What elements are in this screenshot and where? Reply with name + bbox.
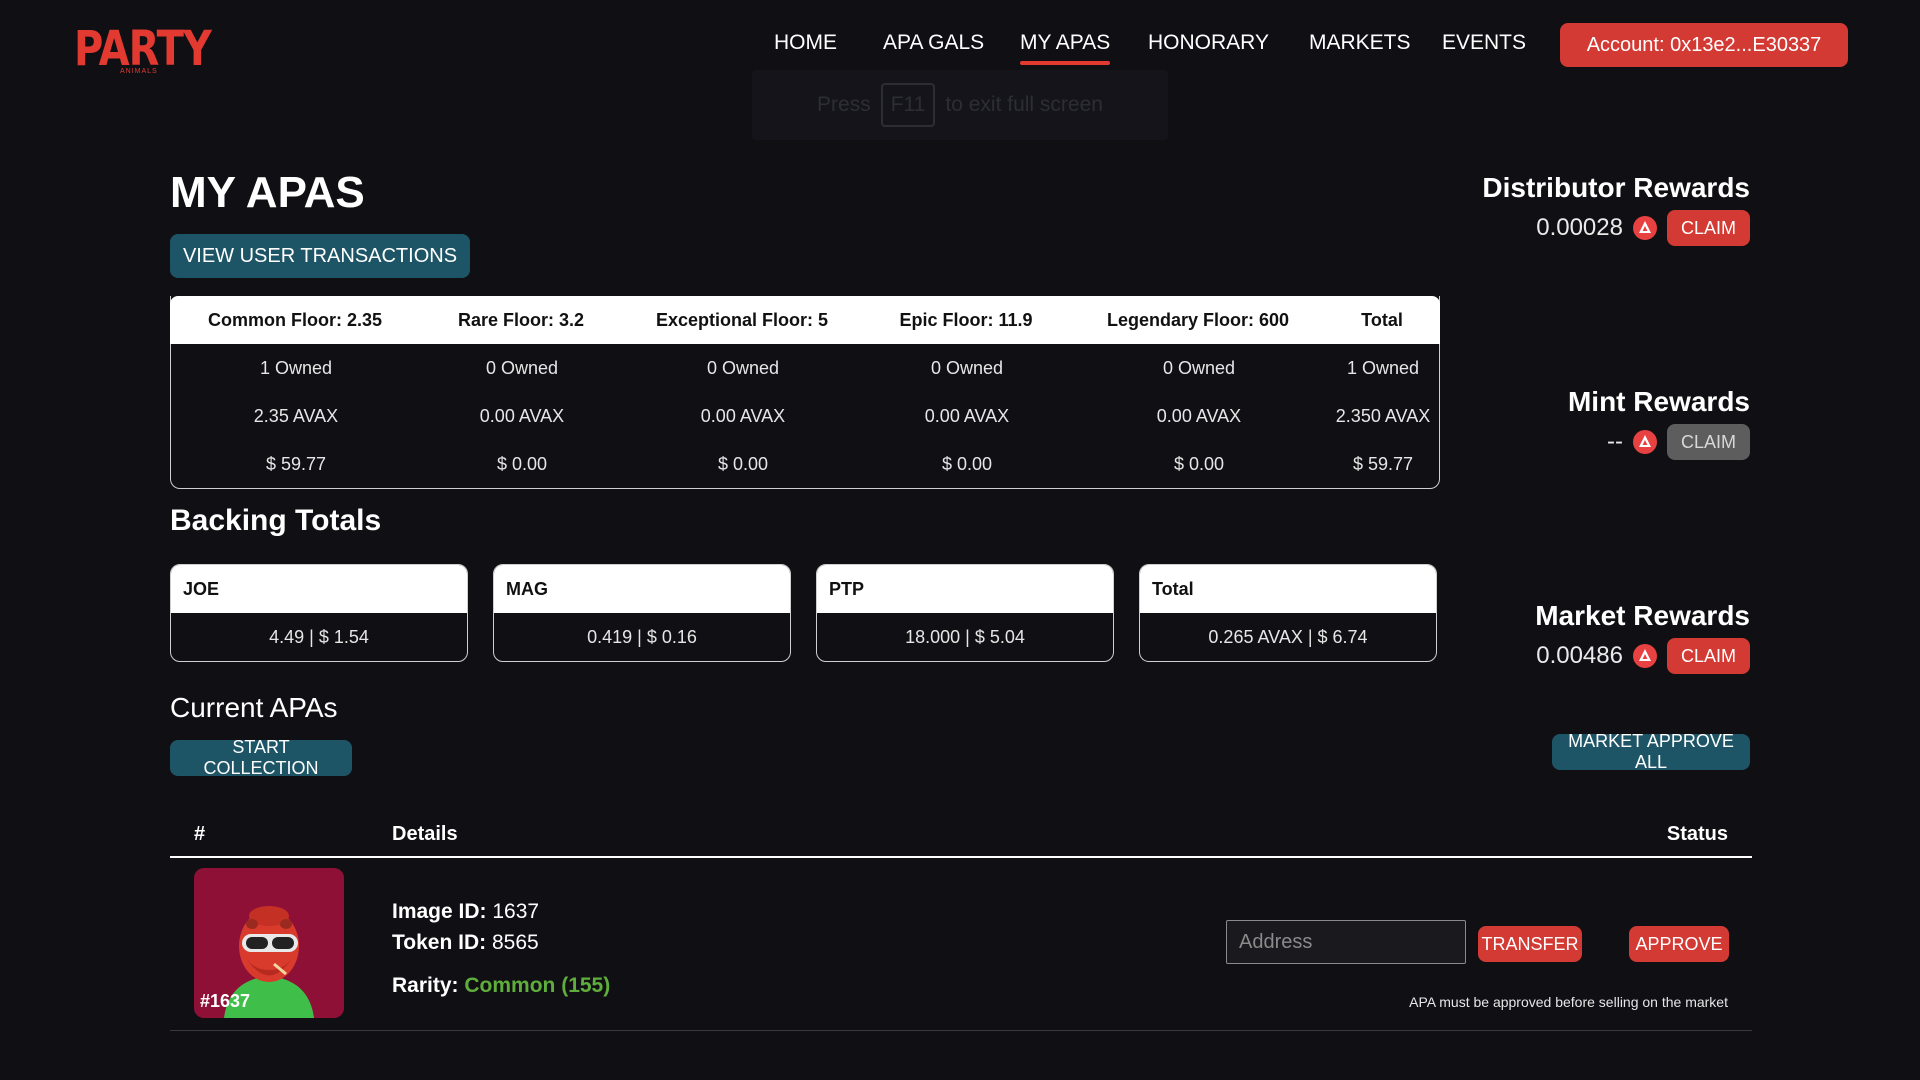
distributor-claim-button[interactable]: CLAIM xyxy=(1666,210,1750,246)
approve-note: APA must be approved before selling on t… xyxy=(1409,994,1728,1010)
nav-events[interactable]: EVENTS xyxy=(1442,31,1526,55)
rarity-line: Rarity: Common (155) xyxy=(392,974,610,998)
backing-card-name: Total xyxy=(1140,565,1436,613)
logo-subtext: ANIMALS xyxy=(120,68,158,75)
start-collection-button[interactable]: START COLLECTION xyxy=(170,737,352,778)
backing-card-ptp: PTP 18.000 | $ 5.04 xyxy=(816,564,1114,662)
floor-cell: $ 59.77 xyxy=(1352,454,1414,474)
mint-claim-button[interactable]: CLAIM xyxy=(1666,424,1750,460)
floor-table: Common Floor: 2.35 Rare Floor: 3.2 Excep… xyxy=(170,296,1440,489)
floor-cell: 1 Owned xyxy=(259,358,333,378)
view-user-transactions-button[interactable]: VIEW USER TRANSACTIONS xyxy=(170,234,470,278)
floor-header-common: Common Floor: 2.35 xyxy=(207,310,383,330)
backing-card-value: 18.000 | $ 5.04 xyxy=(905,627,1025,647)
market-claim-button[interactable]: CLAIM xyxy=(1666,638,1750,674)
account-button[interactable]: Account: 0x13e2...E30337 xyxy=(1560,23,1848,67)
distributor-rewards-value: 0.00028 xyxy=(1536,214,1623,241)
fullscreen-notice: Press F11 to exit full screen xyxy=(752,70,1168,140)
market-rewards-value: 0.00486 xyxy=(1536,642,1623,669)
market-rewards-row: 0.00486 CLAIM xyxy=(1536,638,1750,674)
col-details: Details xyxy=(392,823,458,845)
mint-rewards-title: Mint Rewards xyxy=(1567,386,1750,417)
nav-apa-gals[interactable]: APA GALS xyxy=(883,31,984,55)
floor-cell: $ 0.00 xyxy=(941,454,993,474)
avax-icon xyxy=(1632,644,1657,668)
floor-cell: 2.350 AVAX xyxy=(1335,406,1431,426)
nav-markets[interactable]: MARKETS xyxy=(1309,31,1411,55)
image-id-label: Image ID: xyxy=(392,900,487,923)
floor-header-epic: Epic Floor: 11.9 xyxy=(899,310,1033,330)
backing-card-name: JOE xyxy=(171,565,467,613)
apa-thumbnail[interactable]: #1637 xyxy=(194,868,344,1018)
table-row: #1637 Image ID: 1637 Token ID: 8565 Rari… xyxy=(170,858,1752,1031)
backing-card-name: PTP xyxy=(817,565,1113,613)
rarity-value: Common (155) xyxy=(464,974,611,997)
floor-cell: 0 Owned xyxy=(485,358,559,378)
image-id-value: 1637 xyxy=(492,900,540,923)
floor-header-total: Total xyxy=(1361,310,1403,330)
floor-cell: 0 Owned xyxy=(1162,358,1236,378)
floor-cell: 1 Owned xyxy=(1346,358,1420,378)
page-title: MY APAS xyxy=(170,168,365,217)
nav-home[interactable]: HOME xyxy=(774,31,837,55)
floor-table-header: Common Floor: 2.35 Rare Floor: 3.2 Excep… xyxy=(170,296,1440,344)
market-rewards-title: Market Rewards xyxy=(1535,600,1750,631)
mint-rewards-row: -- CLAIM xyxy=(1607,424,1750,460)
floor-cell: 0 Owned xyxy=(706,358,780,378)
floor-cell: 0.00 AVAX xyxy=(924,406,1010,426)
floor-cell: 0.00 AVAX xyxy=(1156,406,1242,426)
market-approve-all-button[interactable]: MARKET APPROVE ALL xyxy=(1552,731,1750,772)
distributor-rewards-title: Distributor Rewards xyxy=(1482,172,1750,203)
avax-icon xyxy=(1632,430,1657,454)
floor-cell: $ 59.77 xyxy=(265,454,327,474)
current-apas-title: Current APAs xyxy=(170,692,338,723)
apas-table-header: # Details Status xyxy=(170,820,1752,858)
floor-cell: $ 0.00 xyxy=(496,454,548,474)
image-id-line: Image ID: 1637 xyxy=(392,900,539,924)
transfer-button[interactable]: TRANSFER xyxy=(1478,926,1582,962)
backing-card-joe: JOE 4.49 | $ 1.54 xyxy=(170,564,468,662)
apa-thumbnail-label: #1637 xyxy=(200,991,251,1011)
col-status: Status xyxy=(1666,823,1728,845)
floor-cell: 2.35 AVAX xyxy=(253,406,339,426)
rarity-label: Rarity: xyxy=(392,974,459,997)
avax-icon xyxy=(1632,216,1657,240)
floor-header-rare: Rare Floor: 3.2 xyxy=(457,310,585,330)
backing-totals-title: Backing Totals xyxy=(170,504,382,537)
floor-cell: $ 0.00 xyxy=(1173,454,1225,474)
nav-my-apas[interactable]: MY APAS xyxy=(1020,31,1111,65)
floor-header-legendary: Legendary Floor: 600 xyxy=(1106,310,1290,330)
floor-cell: 0 Owned xyxy=(930,358,1004,378)
fullscreen-notice-key: F11 xyxy=(880,83,936,127)
mint-rewards-value: -- xyxy=(1607,428,1623,455)
backing-card-total: Total 0.265 AVAX | $ 6.74 xyxy=(1139,564,1437,662)
distributor-rewards-row: 0.00028 CLAIM xyxy=(1536,210,1750,246)
fullscreen-notice-post: to exit full screen xyxy=(945,93,1103,116)
token-id-label: Token ID: xyxy=(392,931,487,954)
address-input[interactable] xyxy=(1226,920,1466,964)
fullscreen-notice-pre: Press xyxy=(817,93,871,116)
token-id-value: 8565 xyxy=(491,931,539,954)
backing-card-value: 0.419 | $ 0.16 xyxy=(587,627,697,647)
floor-cell: $ 0.00 xyxy=(717,454,769,474)
backing-card-mag: MAG 0.419 | $ 0.16 xyxy=(493,564,791,662)
approve-button[interactable]: APPROVE xyxy=(1629,926,1729,962)
token-id-line: Token ID: 8565 xyxy=(392,931,539,955)
nav-honorary[interactable]: HONORARY xyxy=(1148,31,1269,55)
col-number: # xyxy=(194,823,206,845)
floor-cell: 0.00 AVAX xyxy=(479,406,565,426)
backing-card-value: 4.49 | $ 1.54 xyxy=(269,627,369,647)
backing-card-name: MAG xyxy=(494,565,790,613)
backing-card-value: 0.265 AVAX | $ 6.74 xyxy=(1208,627,1368,647)
floor-header-exceptional: Exceptional Floor: 5 xyxy=(655,310,829,330)
floor-cell: 0.00 AVAX xyxy=(700,406,786,426)
